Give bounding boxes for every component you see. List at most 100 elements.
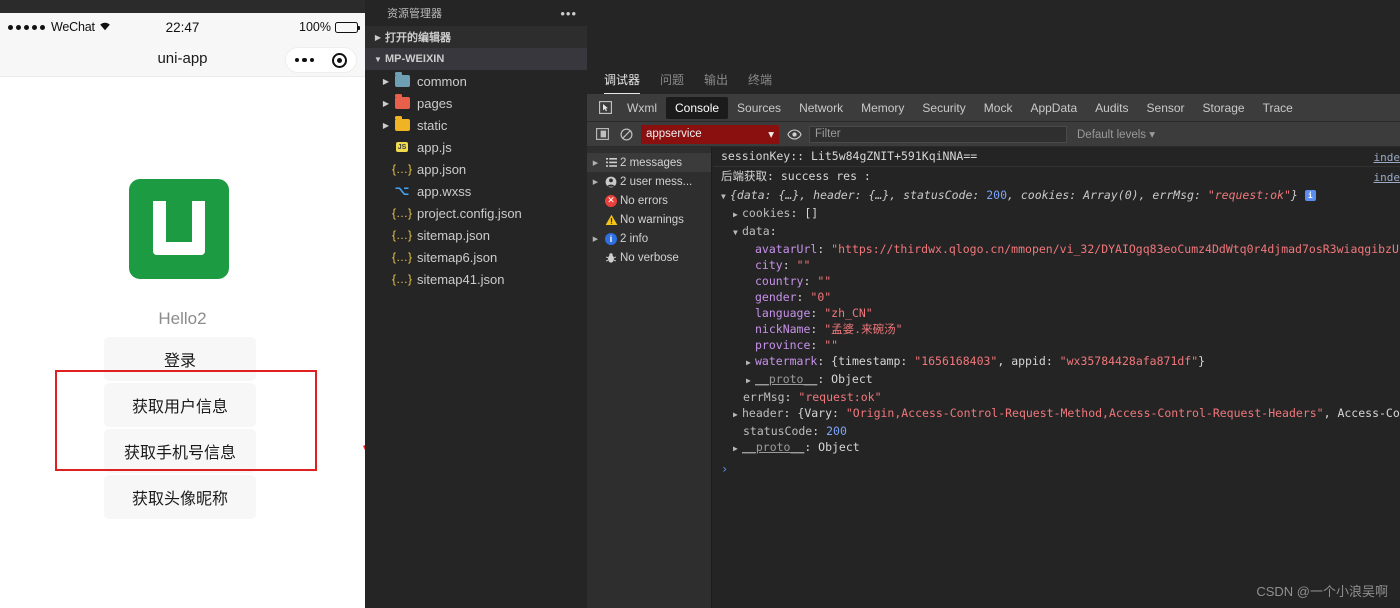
section-mp-weixin[interactable]: ▼ MP-WEIXIN bbox=[365, 48, 587, 70]
phone-status-bar: WeChat 22:47 100% bbox=[0, 13, 365, 41]
console-levels-select[interactable]: Default levels ▾ bbox=[1077, 127, 1155, 141]
console-context-select[interactable]: appservice ▾ bbox=[641, 125, 779, 144]
console-prompt[interactable]: › bbox=[713, 458, 1400, 478]
tab-debugger[interactable]: 调试器 bbox=[604, 71, 640, 94]
object-row-proto-inner[interactable]: ▶__proto__: Object bbox=[721, 371, 1400, 389]
object-row-country[interactable]: country: "" bbox=[721, 273, 1400, 289]
get-phone-number-button[interactable]: 获取手机号信息 bbox=[104, 429, 256, 473]
object-row-nickname[interactable]: nickName: "孟婆.来碗汤" bbox=[721, 321, 1400, 337]
list-icon bbox=[602, 158, 620, 167]
target-icon[interactable] bbox=[332, 53, 347, 68]
tab-storage[interactable]: Storage bbox=[1194, 97, 1254, 119]
chevron-right-icon[interactable]: ▶ bbox=[746, 373, 755, 389]
tab-output[interactable]: 输出 bbox=[704, 71, 728, 94]
tab-trace[interactable]: Trace bbox=[1254, 97, 1302, 119]
live-expression-icon[interactable] bbox=[785, 125, 803, 143]
object-row-header[interactable]: ▶header: {Vary: "Origin,Access-Control-R… bbox=[721, 405, 1400, 423]
more-icon[interactable]: ••• bbox=[560, 6, 577, 21]
object-row-data[interactable]: ▼data: bbox=[721, 223, 1400, 241]
tab-wxml[interactable]: Wxml bbox=[618, 97, 666, 119]
tab-console[interactable]: Console bbox=[666, 97, 728, 119]
tree-item-sitemap6-json[interactable]: {…} sitemap6.json bbox=[365, 246, 587, 268]
object-row-province[interactable]: province: "" bbox=[721, 337, 1400, 353]
sidebar-item-errors[interactable]: ✕ No errors bbox=[587, 191, 711, 210]
tree-item-sitemap-json[interactable]: {…} sitemap.json bbox=[365, 224, 587, 246]
property-sep: : bbox=[785, 390, 799, 404]
logo-u-glyph bbox=[153, 201, 205, 255]
console-message[interactable]: sessionKey:: Lit5w84gZNIT+591KqiNNA== in… bbox=[713, 147, 1400, 167]
source-link[interactable]: inde bbox=[1374, 150, 1400, 165]
chevron-right-icon[interactable]: ▶ bbox=[746, 355, 755, 371]
chevron-down-icon: ▾ bbox=[1149, 129, 1155, 141]
object-summary-row[interactable]: ▼{data: {…}, header: {…}, statusCode: 20… bbox=[721, 187, 1400, 205]
tree-item-pages[interactable]: ▶ pages bbox=[365, 92, 587, 114]
console-object-tree[interactable]: ▼{data: {…}, header: {…}, statusCode: 20… bbox=[713, 186, 1400, 458]
object-row-city[interactable]: city: "" bbox=[721, 257, 1400, 273]
sidebar-item-messages[interactable]: ▶ 2 messages bbox=[587, 153, 711, 172]
object-row-watermark[interactable]: ▶watermark: {timestamp: "1656168403", ap… bbox=[721, 353, 1400, 371]
object-row-language[interactable]: language: "zh_CN" bbox=[721, 305, 1400, 321]
tab-security[interactable]: Security bbox=[913, 97, 974, 119]
inspect-element-icon[interactable] bbox=[592, 101, 618, 114]
more-dots-icon[interactable] bbox=[295, 58, 315, 63]
tree-item-app-js[interactable]: JS app.js bbox=[365, 136, 587, 158]
watermark-appid: "wx35784428afa871df" bbox=[1060, 354, 1198, 368]
chevron-right-icon[interactable]: ▶ bbox=[733, 441, 742, 457]
console-filter-input[interactable]: Filter bbox=[809, 126, 1067, 143]
tree-item-static[interactable]: ▶ static bbox=[365, 114, 587, 136]
object-row-cookies[interactable]: ▶cookies: [] bbox=[721, 205, 1400, 223]
login-button[interactable]: 登录 bbox=[104, 337, 256, 381]
get-userinfo-button[interactable]: 获取用户信息 bbox=[104, 383, 256, 427]
chevron-down-icon[interactable]: ▼ bbox=[721, 189, 730, 205]
summary-cookies: , cookies: Array(0) bbox=[1007, 188, 1139, 202]
status-bar-right: 100% bbox=[299, 20, 358, 34]
tab-sources[interactable]: Sources bbox=[728, 97, 790, 119]
chevron-right-icon: ▶ bbox=[589, 159, 602, 167]
object-row-errmsg[interactable]: errMsg: "request:ok" bbox=[721, 389, 1400, 405]
chevron-down-icon[interactable]: ▼ bbox=[733, 225, 742, 241]
chevron-right-icon[interactable]: ▶ bbox=[733, 407, 742, 423]
sidebar-item-verbose[interactable]: No verbose bbox=[587, 248, 711, 267]
header-collapsed: {…} bbox=[869, 188, 890, 202]
tree-item-app-wxss[interactable]: ⌥ app.wxss bbox=[365, 180, 587, 202]
clear-console-icon[interactable] bbox=[617, 125, 635, 143]
property-key: data bbox=[742, 224, 770, 238]
header-vary-value: "Origin,Access-Control-Request-Method,Ac… bbox=[846, 406, 1324, 420]
get-avatar-nickname-button[interactable]: 获取头像昵称 bbox=[104, 475, 256, 519]
object-row-gender[interactable]: gender: "0" bbox=[721, 289, 1400, 305]
tab-network[interactable]: Network bbox=[790, 97, 852, 119]
property-sep: : bbox=[803, 274, 817, 288]
mini-program-page: Hello2 登录 获取用户信息 获取手机号信息 获取头像昵称 bbox=[0, 77, 365, 608]
sidebar-item-info[interactable]: ▶ i 2 info bbox=[587, 229, 711, 248]
property-sep: : bbox=[812, 424, 826, 438]
tab-audits[interactable]: Audits bbox=[1086, 97, 1137, 119]
summary-status-value: 200 bbox=[986, 188, 1007, 202]
chevron-right-icon[interactable]: ▶ bbox=[733, 207, 742, 223]
tab-appdata[interactable]: AppData bbox=[1021, 97, 1086, 119]
property-key: language bbox=[755, 306, 810, 320]
sidebar-item-user-messages[interactable]: ▶ 2 user mess... bbox=[587, 172, 711, 191]
tab-problems[interactable]: 问题 bbox=[660, 71, 684, 94]
object-row-avatarurl[interactable]: avatarUrl: "https://thirdwx.qlogo.cn/mmo… bbox=[721, 241, 1400, 257]
tree-item-project-config-json[interactable]: {…} project.config.json bbox=[365, 202, 587, 224]
tab-memory[interactable]: Memory bbox=[852, 97, 913, 119]
tab-sensor[interactable]: Sensor bbox=[1138, 97, 1194, 119]
source-link[interactable]: inde bbox=[1374, 170, 1400, 185]
tree-item-sitemap41-json[interactable]: {…} sitemap41.json bbox=[365, 268, 587, 290]
console-output[interactable]: sessionKey:: Lit5w84gZNIT+591KqiNNA== in… bbox=[713, 147, 1400, 608]
devtools-top-strip bbox=[587, 0, 1400, 64]
json-file-icon: {…} bbox=[393, 205, 411, 221]
devtools-tab-bar: Wxml Console Sources Network Memory Secu… bbox=[587, 94, 1400, 122]
tab-terminal[interactable]: 终端 bbox=[748, 71, 772, 94]
tab-mock[interactable]: Mock bbox=[975, 97, 1022, 119]
section-open-editors[interactable]: ▶ 打开的编辑器 bbox=[365, 26, 587, 48]
object-row-proto-outer[interactable]: ▶__proto__: Object bbox=[721, 439, 1400, 457]
info-badge-icon[interactable]: i bbox=[1305, 190, 1316, 201]
tree-item-app-json[interactable]: {…} app.json bbox=[365, 158, 587, 180]
console-sidebar-toggle-icon[interactable] bbox=[593, 125, 611, 143]
console-message[interactable]: 后端获取: success res : inde bbox=[713, 167, 1400, 186]
tree-item-common[interactable]: ▶ common bbox=[365, 70, 587, 92]
object-row-statuscode[interactable]: statusCode: 200 bbox=[721, 423, 1400, 439]
sidebar-item-warnings[interactable]: No warnings bbox=[587, 210, 711, 229]
wechat-capsule-button[interactable] bbox=[285, 47, 357, 73]
